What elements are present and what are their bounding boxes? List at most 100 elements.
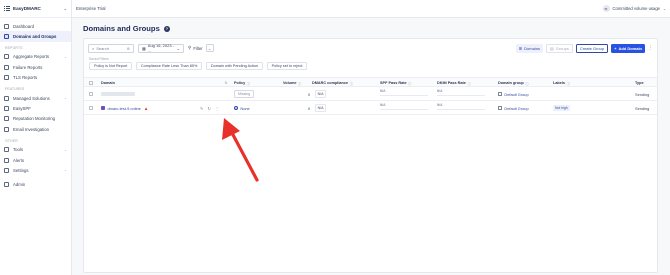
reputation-icon [4,116,9,122]
sidebar: EasyDMARC ⌄ Dashboard Domains and Groups… [0,0,72,275]
sidebar-item-tools[interactable]: Tools ⌄ [0,145,71,155]
dkim-bar [437,109,485,111]
sidebar-item-label: Alerts [13,157,24,163]
column-label: Domain [101,81,115,85]
add-domain-button[interactable]: + Add Domain [611,43,645,53]
column-label: Volume [283,81,297,85]
date-range-picker[interactable]: ▦ Aug 16, 2023 - ... ⌄ [138,43,184,53]
reports-section-title: REPORTS [5,45,23,50]
sidebar-item-admin[interactable]: Admin [0,180,71,190]
info-icon: ⓘ [566,81,570,86]
create-group-label: Create Group [579,45,605,51]
spf-bar [380,109,428,111]
bell-icon [4,157,9,163]
edit-icon[interactable]: ✎ [200,106,204,111]
policy-cell: Missing [234,87,255,101]
page-title: Domains and Groups ? [83,24,170,33]
sidebar-item-managed-solutions[interactable]: Managed Solutions ⌄ [0,93,71,103]
info-icon: ⓘ [525,81,529,86]
domain-cell[interactable] [101,87,135,101]
sidebar-item-easyspf[interactable]: EasySPF [0,103,71,113]
top-bar: Enterprise Trial m Committed volume usag… [72,0,670,18]
check-circle-icon: ✓ [234,105,239,111]
groups-view-button[interactable]: ▤ Groups [545,43,573,53]
sidebar-item-dashboard[interactable]: Dashboard [0,21,71,31]
dkim-value: N/A [437,89,443,93]
main-content: Domains and Groups ? ⌕ Search ⊗ ▦ Aug 16… [72,18,670,275]
sidebar-item-reputation-monitoring[interactable]: Reputation Monitoring [0,114,71,124]
table-row[interactable]: Missing 0 N/A N/A N/A Default Group Send… [84,87,657,101]
group-link[interactable]: Default Group [504,92,528,97]
avatar: m [602,5,610,12]
saved-filter-chip[interactable]: Domain with Pending Action [205,62,264,70]
type-cell: Sending [635,105,650,111]
group-cell[interactable]: Default Group [498,87,529,101]
labels-cell: Not high [553,101,570,115]
app-window: EasyDMARC ⌄ Dashboard Domains and Groups… [0,0,670,275]
sidebar-item-email-investigation[interactable]: Email Investigation [0,124,71,134]
more-options-icon[interactable]: ⋮ [648,45,653,51]
page-title-text: Domains and Groups [83,24,160,33]
sidebar-item-aggregate-reports[interactable]: Aggregate Reports ⌄ [0,52,71,62]
group-link[interactable]: Default Group [504,106,528,111]
domains-icon: ⊞ [518,45,523,51]
dkim-bar [437,95,485,97]
sidebar-item-label: Domains and Groups [13,34,57,40]
policy-badge: Missing [234,90,255,98]
domain-link[interactable]: dmarc-test-9.online [108,106,141,111]
type-cell: Sending [635,91,650,97]
sidebar-item-label: Email Investigation [13,126,50,132]
calendar-icon: ▦ [142,45,146,51]
spf-value: N/A [380,89,386,93]
saved-filter-chips: Policy is Not Report Compliance Rate Les… [89,62,311,70]
saved-filter-chip[interactable]: Compliance Rate Less Than 85% [135,62,203,70]
folder-icon [498,92,503,96]
search-input[interactable]: ⌕ Search ⊗ [88,43,134,53]
dkim-value: N/A [437,103,443,107]
column-label: DMARC compliance [312,81,349,85]
search-icon: ⌕ [92,45,95,51]
info-icon: ⓘ [349,81,353,86]
dmarc-value: N/A [315,104,327,112]
filter-dropdown-button[interactable]: ⌄ [205,44,214,52]
toolbar-actions: ⊞ Domains ▤ Groups Create Group + Add Do… [513,43,653,53]
create-group-button[interactable]: Create Group [575,43,609,53]
domain-cell[interactable]: dmarc-test-9.online ▲ [101,101,148,115]
features-section-title: FEATURES [5,86,25,91]
domains-view-button[interactable]: ⊞ Domains [515,43,543,53]
policy-cell: ✓ None [234,101,250,115]
volume-cell: 0 [308,91,311,97]
sidebar-item-alerts[interactable]: Alerts [0,155,71,165]
table-row[interactable]: dmarc-test-9.online ▲ ✎ ↻ ⋮ ✓ None 0 N/A… [84,101,657,115]
row-checkbox[interactable] [89,105,94,111]
clear-icon[interactable]: ⊗ [127,46,130,51]
sidebar-item-settings[interactable]: Settings ⌄ [0,165,71,175]
failure-reports-icon [4,64,9,70]
refresh-icon[interactable]: ↻ [208,106,212,111]
info-icon: ⓘ [297,81,302,86]
chevron-down-icon: ⌄ [63,168,67,173]
more-options-icon[interactable]: ⋮ [215,106,219,111]
group-cell[interactable]: Default Group [498,101,529,115]
label-badge[interactable]: Not high [553,105,570,111]
sidebar-item-tls-reports[interactable]: TLS Reports [0,73,71,83]
sidebar-item-label: TLS Reports [13,75,38,81]
domains-view-label: Domains [524,45,540,51]
filter-button[interactable]: ⚲ Filter [188,44,203,53]
spf-bar [380,95,428,97]
brand-switcher[interactable]: EasyDMARC ⌄ [0,0,71,18]
saved-filter-chip[interactable]: Policy is Not Report [89,62,133,70]
sidebar-item-domains-and-groups[interactable]: Domains and Groups [0,31,71,42]
managed-solutions-icon [4,95,9,101]
info-icon: ⓘ [408,81,412,86]
sidebar-item-label: EasySPF [13,106,31,112]
sidebar-item-failure-reports[interactable]: Failure Reports [0,62,71,72]
help-icon[interactable]: ? [163,25,170,32]
aggregate-reports-icon [4,54,9,60]
usage-menu[interactable]: m Committed volume usage ⌄ [602,5,666,12]
saved-filter-chip[interactable]: Policy set to reject [266,62,308,70]
search-placeholder: Search [96,45,109,51]
row-checkbox[interactable] [89,91,94,97]
select-all-checkbox[interactable] [89,80,94,86]
domain-favicon-icon [101,106,105,110]
